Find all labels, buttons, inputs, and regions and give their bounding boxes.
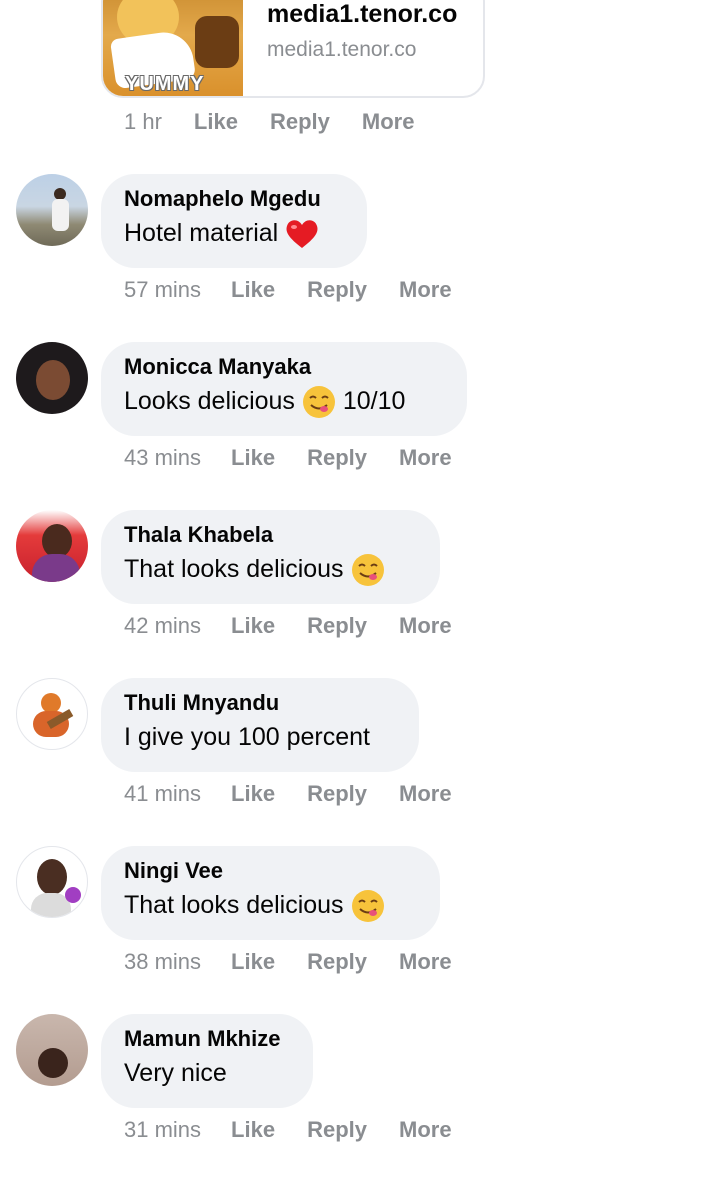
reply-button[interactable]: Reply — [307, 781, 367, 807]
like-button[interactable]: Like — [231, 949, 275, 975]
link-domain: media1.tenor.co — [267, 38, 417, 61]
comment-author[interactable]: Thala Khabela — [124, 522, 416, 548]
comment-author[interactable]: Ningi Vee — [124, 858, 416, 884]
avatar-shirt — [32, 554, 80, 582]
like-button[interactable]: Like — [194, 109, 238, 135]
comment-text-body: That looks delicious — [124, 555, 344, 583]
comment-text: Hotel material — [124, 216, 343, 250]
more-button[interactable]: More — [399, 613, 452, 639]
comment-text-body: Looks delicious — [124, 387, 295, 415]
avatar[interactable] — [16, 1014, 88, 1086]
reply-button[interactable]: Reply — [307, 613, 367, 639]
gif-thumbnail[interactable]: YUMMY — [103, 0, 243, 96]
comment-text: Looks delicious 10/10 — [124, 384, 443, 419]
comment-text-body: Hotel material — [124, 219, 279, 247]
comment-time[interactable]: 38 mins — [124, 949, 201, 975]
comment-author[interactable]: Thuli Mnyandu — [124, 690, 395, 716]
comment-author[interactable]: Nomaphelo Mgedu — [124, 186, 343, 212]
comment-actions: 57 mins Like Reply More — [124, 277, 452, 303]
avatar-face — [42, 524, 72, 558]
comment-actions: 42 mins Like Reply More — [124, 613, 452, 639]
comment-time[interactable]: 1 hr — [124, 109, 162, 135]
reply-button[interactable]: Reply — [307, 1117, 367, 1143]
avatar[interactable] — [16, 174, 88, 246]
comment-time[interactable]: 41 mins — [124, 781, 201, 807]
comment-time[interactable]: 42 mins — [124, 613, 201, 639]
comment-time[interactable]: 31 mins — [124, 1117, 201, 1143]
avatar-figure-head — [41, 693, 61, 713]
comment-actions: 41 mins Like Reply More — [124, 781, 452, 807]
more-button[interactable]: More — [399, 445, 452, 471]
comment-text-body: That looks delicious — [124, 891, 344, 919]
honey-pot-art — [195, 16, 239, 68]
comment-text: That looks delicious — [124, 552, 416, 587]
comment-author[interactable]: Monicca Manyaka — [124, 354, 443, 380]
reply-button[interactable]: Reply — [307, 277, 367, 303]
avatar-face — [37, 859, 67, 895]
comment-time[interactable]: 57 mins — [124, 277, 201, 303]
reply-button[interactable]: Reply — [270, 109, 330, 135]
avatar[interactable] — [16, 342, 88, 414]
comment-text-suffix: 10/10 — [342, 387, 406, 415]
avatar-figure-body — [52, 199, 69, 231]
comment-author[interactable]: Mamun Mkhize — [124, 1026, 289, 1052]
like-button[interactable]: Like — [231, 613, 275, 639]
comment-bubble[interactable]: Thala Khabela That looks delicious — [101, 510, 440, 604]
comment-bubble[interactable]: Nomaphelo Mgedu Hotel material — [101, 174, 367, 268]
comment-time[interactable]: 43 mins — [124, 445, 201, 471]
like-button[interactable]: Like — [231, 781, 275, 807]
more-button[interactable]: More — [399, 949, 452, 975]
link-preview-card[interactable]: YUMMY media1.tenor.co media1.tenor.co — [101, 0, 485, 98]
more-button[interactable]: More — [362, 109, 415, 135]
more-button[interactable]: More — [399, 781, 452, 807]
link-title[interactable]: media1.tenor.co — [267, 0, 457, 29]
comment-bubble[interactable]: Ningi Vee That looks delicious — [101, 846, 440, 940]
yum-face-icon — [351, 890, 384, 923]
comment-bubble[interactable]: Monicca Manyaka Looks delicious 10/10 — [101, 342, 467, 436]
comment-actions: 38 mins Like Reply More — [124, 949, 452, 975]
like-button[interactable]: Like — [231, 1117, 275, 1143]
yum-face-icon — [351, 554, 384, 587]
avatar-face — [38, 1048, 68, 1078]
heart-icon — [286, 220, 318, 249]
comment-bubble[interactable]: Thuli Mnyandu I give you 100 percent — [101, 678, 419, 772]
comment-actions: 31 mins Like Reply More — [124, 1117, 452, 1143]
like-button[interactable]: Like — [231, 445, 275, 471]
avatar-frame-badge — [65, 887, 81, 903]
more-button[interactable]: More — [399, 277, 452, 303]
comment-actions: 43 mins Like Reply More — [124, 445, 452, 471]
avatar[interactable] — [16, 846, 88, 918]
comment-actions: 1 hr Like Reply More — [124, 109, 414, 135]
more-button[interactable]: More — [399, 1117, 452, 1143]
comment-text: Very nice — [124, 1059, 227, 1087]
yum-face-icon — [302, 386, 335, 419]
avatar[interactable] — [16, 510, 88, 582]
comment-bubble[interactable]: Mamun Mkhize Very nice — [101, 1014, 313, 1108]
like-button[interactable]: Like — [231, 277, 275, 303]
avatar[interactable] — [16, 678, 88, 750]
comment-text: I give you 100 percent — [124, 723, 370, 751]
reply-button[interactable]: Reply — [307, 949, 367, 975]
gif-caption: YUMMY — [125, 73, 205, 95]
reply-button[interactable]: Reply — [307, 445, 367, 471]
avatar-face — [36, 360, 70, 400]
comment-text: That looks delicious — [124, 888, 416, 923]
